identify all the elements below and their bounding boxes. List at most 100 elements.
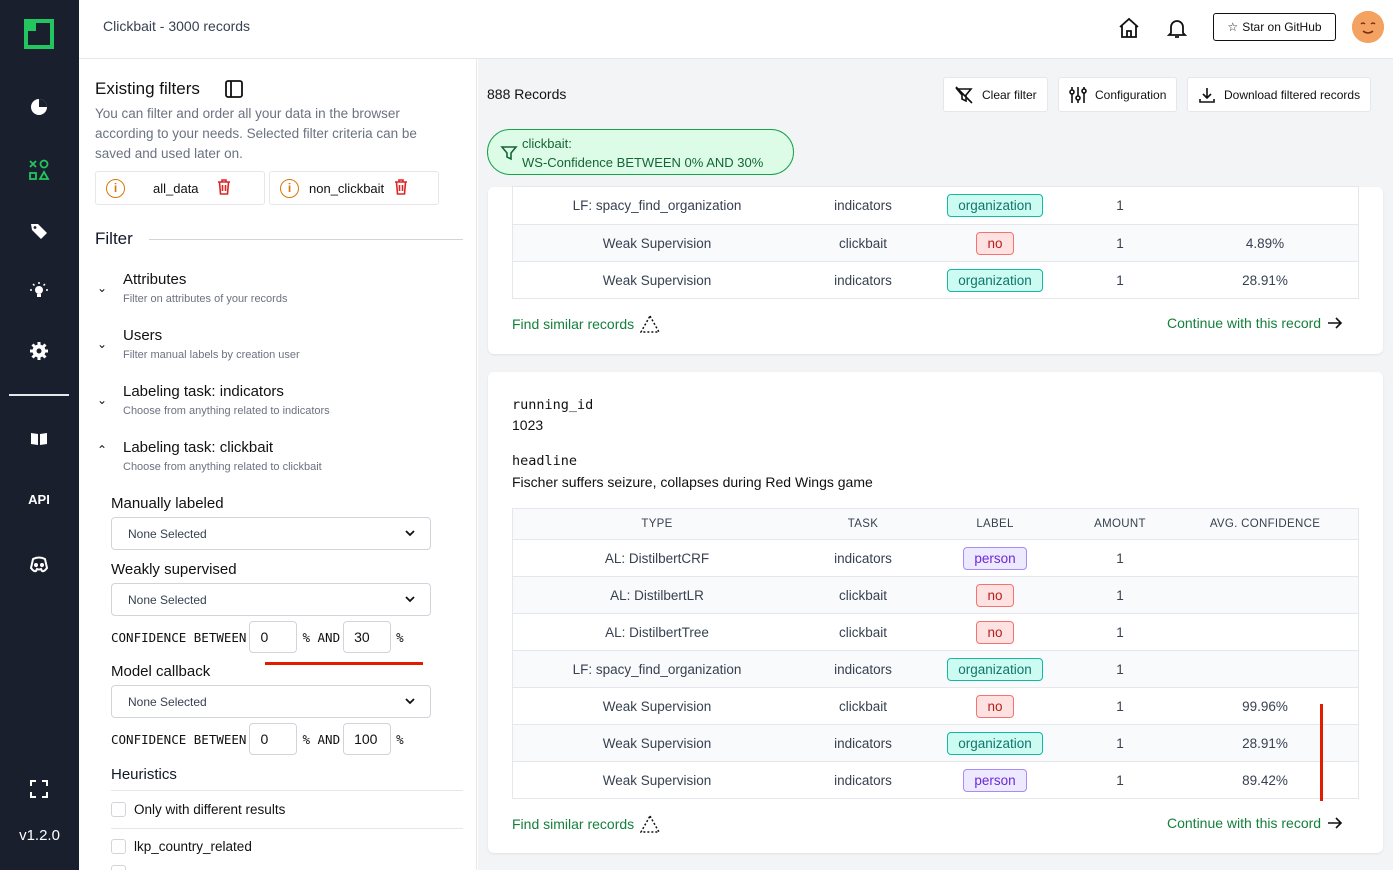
checkbox[interactable] [111,839,126,854]
confidence-label: CONFIDENCE BETWEEN [111,629,247,645]
label-cell: organization [925,651,1065,687]
amount-cell: 1 [1116,235,1124,251]
version-label: v1.2.0 [19,827,60,844]
mc-confidence-max-input[interactable]: 100 [343,723,392,755]
filter-chip-task: clickbait: [522,136,572,151]
accordion-title: Users [123,327,163,344]
info-icon[interactable]: i [106,178,125,198]
lightbulb-icon[interactable] [27,279,51,303]
saved-filter-non-clickbait[interactable]: i non_clickbait [269,171,439,205]
chevron-up-icon[interactable]: ⌃ [97,443,107,457]
info-icon[interactable]: i [280,178,299,198]
table-row: AL: DistilbertLR clickbait no 1 [513,576,1358,613]
confidence-cell: 4.89% [1245,235,1285,251]
confidence-label: CONFIDENCE BETWEEN [111,731,247,747]
percent-label: % [396,629,404,645]
accordion-title: Labeling task: clickbait [123,439,274,456]
checkbox[interactable] [111,802,126,817]
chevron-down-icon[interactable]: ⌄ [97,281,107,295]
task-cell: clickbait [838,587,887,603]
weakly-supervised-select[interactable]: None Selected [111,583,431,616]
column-header: TASK [847,518,879,530]
column-header: AVG. CONFIDENCE [1209,518,1321,530]
github-star-button[interactable]: ☆ Star on GitHub [1213,13,1336,41]
table-row: Weak Supervision indicators organization… [513,261,1358,298]
column-header: TYPE [641,518,673,530]
ws-confidence-min-input[interactable]: 0 [249,621,298,653]
label-badge: no [976,620,1014,644]
settings-icon[interactable] [27,339,51,363]
home-icon[interactable] [1117,16,1141,40]
bell-icon[interactable] [1165,16,1189,40]
table-row: Weak Supervision clickbait no 1 99.96% [513,687,1358,724]
discord-icon[interactable] [27,553,51,577]
manually-labeled-select[interactable]: None Selected [111,517,431,550]
filter-divider [149,239,463,240]
similarity-icon [640,315,661,333]
label-badge: organization [947,268,1043,292]
continue-record-link[interactable]: Continue with this record [1167,315,1343,331]
confidence-cell [1175,577,1355,613]
saved-filter-label: all_data [153,180,199,196]
label-cell: no [925,688,1065,724]
label-cell: person [925,540,1065,576]
percent-label: % [396,731,404,747]
accordion-description: Filter on attributes of your records [123,293,288,305]
model-callback-select[interactable]: None Selected [111,685,431,718]
filter-icon [500,146,518,161]
heuristics-divider [111,790,463,791]
label-badge: no [976,583,1014,607]
record-card: running_id 1023 headline Fischer suffers… [488,372,1383,853]
type-cell: LF: spacy_find_organization [572,198,742,213]
configuration-button[interactable]: Configuration [1058,77,1178,112]
type-cell: Weak Supervision [602,272,712,288]
heuristics-divider [111,828,463,829]
clear-filter-button[interactable]: Clear filter [943,77,1048,112]
arrow-right-icon [1328,817,1343,829]
checkbox[interactable] [111,865,126,870]
similarity-icon [640,815,661,833]
type-cell: Weak Supervision [602,735,712,751]
ws-confidence-max-input[interactable]: 30 [343,621,392,653]
find-similar-link[interactable]: Find similar records [512,815,661,833]
task-cell: indicators [834,735,892,751]
overview-icon[interactable] [27,95,51,119]
find-similar-link[interactable]: Find similar records [512,315,661,333]
amount-cell: 1 [1116,735,1124,751]
heuristic-option-partial[interactable] [111,865,126,870]
type-cell: Weak Supervision [602,698,712,714]
saved-filter-all-data[interactable]: i all_data [95,171,265,205]
continue-record-link[interactable]: Continue with this record [1167,815,1343,831]
accordion-description: Choose from anything related to indicato… [123,405,330,417]
trash-icon[interactable] [217,178,231,198]
download-label: Download filtered records [1224,87,1361,102]
api-icon[interactable]: API [20,492,58,507]
mc-confidence-min-input[interactable]: 0 [249,723,298,755]
weakly-supervised-label: Weakly supervised [111,561,237,578]
record-label-table: LF: spacy_find_organization indicators o… [512,186,1359,299]
fullscreen-icon[interactable] [27,777,51,801]
and-label: % AND [302,629,341,645]
type-cell: AL: DistilbertLR [610,587,704,603]
avatar[interactable] [1352,11,1384,43]
model-callback-label: Model callback [111,663,211,680]
table-row: Weak Supervision indicators person 1 89.… [513,761,1358,798]
annotation-underline [265,662,423,665]
heuristic-option[interactable]: lkp_country_related [111,839,252,854]
label-cell: no [925,614,1065,650]
top-header: Clickbait - 3000 records ☆ Star on GitHu… [79,0,1393,59]
chevron-down-icon [405,596,415,603]
labeling-icon[interactable] [27,158,51,182]
book-icon[interactable] [27,427,51,451]
heuristic-option[interactable]: Only with different results [111,802,285,817]
trash-icon[interactable] [394,178,408,198]
logo-icon[interactable] [24,19,54,49]
tag-icon[interactable] [27,219,51,243]
download-records-button[interactable]: Download filtered records [1187,77,1372,112]
chevron-down-icon[interactable]: ⌄ [97,337,107,351]
active-filter-chip[interactable]: clickbait: WS-Confidence BETWEEN 0% AND … [487,129,794,175]
sidebar: API v1.2.0 [0,0,79,870]
chevron-down-icon[interactable]: ⌄ [97,393,107,407]
panel-toggle-icon[interactable] [225,80,243,98]
sidebar-divider [9,394,69,396]
